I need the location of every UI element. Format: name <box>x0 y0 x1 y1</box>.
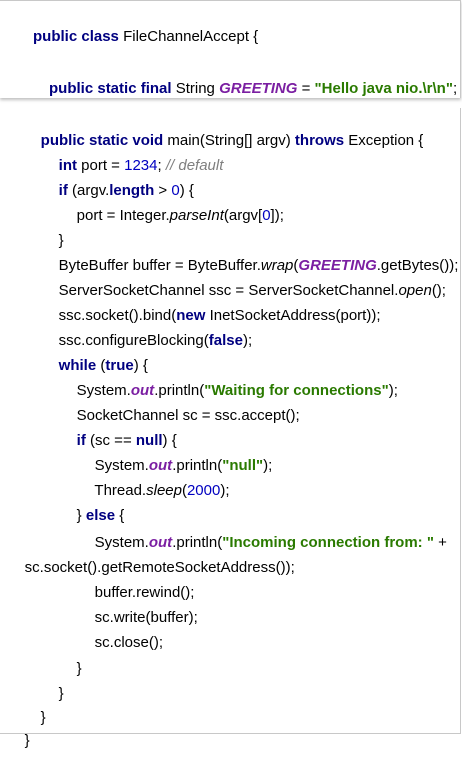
operator: + <box>438 534 447 551</box>
method-name: open <box>398 282 432 299</box>
code-text: ); <box>388 382 398 399</box>
code-text: (argv[ <box>223 207 263 224</box>
code-text: ); <box>220 482 230 499</box>
number-literal: 0 <box>262 207 271 224</box>
code-text: sc.close(); <box>94 634 164 651</box>
code-text: Exception { <box>348 132 424 149</box>
method-name: parseInt <box>169 207 224 224</box>
keyword: class <box>81 28 119 45</box>
code-line-1: public class FileChannelAccept { <box>8 7 258 67</box>
code-text: port = Integer. <box>76 207 170 224</box>
code-text: ]); <box>270 207 284 224</box>
code-panel-top: public class FileChannelAccept { public … <box>0 0 461 98</box>
keyword: false <box>208 332 243 349</box>
brace: { <box>248 28 259 45</box>
type-name: String <box>175 80 215 97</box>
class-name: FileChannelAccept <box>123 28 249 45</box>
keyword: public <box>33 28 78 45</box>
semicolon: ; <box>452 80 458 97</box>
code-text: ); <box>263 457 273 474</box>
code-text: ); <box>242 332 253 349</box>
operator: = <box>301 80 311 97</box>
string-literal: "Hello java nio.\r\n" <box>314 80 453 97</box>
field-name: GREETING <box>219 80 298 97</box>
brace: } <box>24 732 30 749</box>
brace: } <box>40 709 46 726</box>
code-line-23: sc.close(); <box>78 613 163 673</box>
method-name: sleep <box>146 482 182 499</box>
keyword: throws <box>294 132 345 149</box>
code-text: (); <box>431 282 446 299</box>
number-literal: 2000 <box>186 482 221 499</box>
code-view: public class FileChannelAccept { public … <box>0 0 462 749</box>
brace: } <box>76 660 82 677</box>
keyword: public static final <box>49 80 172 97</box>
brace: } <box>58 685 64 702</box>
code-line-27: } <box>8 711 30 771</box>
